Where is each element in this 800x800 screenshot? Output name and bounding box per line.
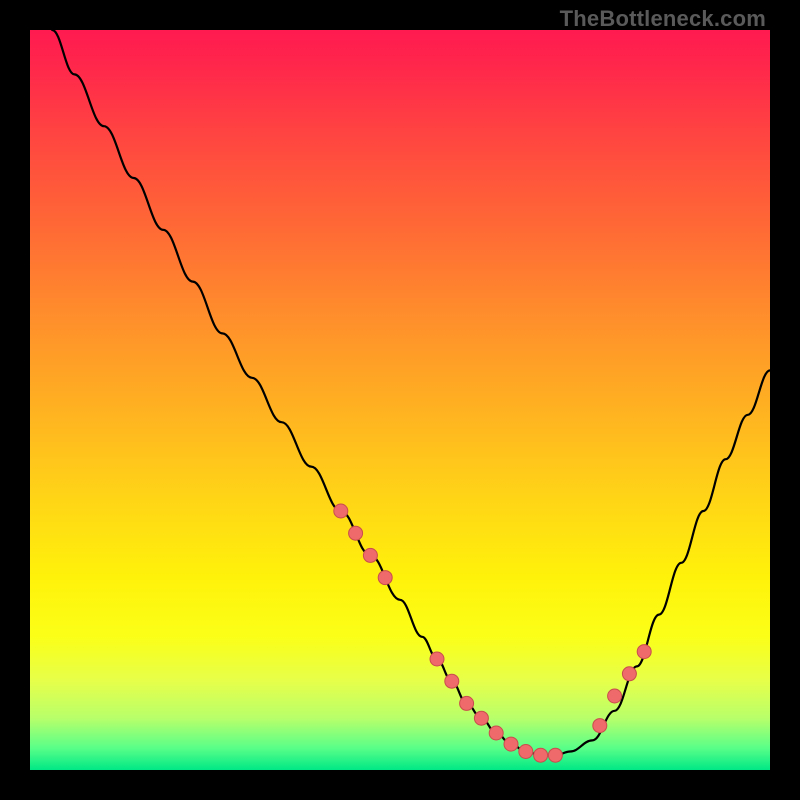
marker-dot bbox=[460, 696, 474, 710]
chart-frame: TheBottleneck.com bbox=[0, 0, 800, 800]
marker-dot bbox=[378, 571, 392, 585]
marker-dot bbox=[430, 652, 444, 666]
watermark-text: TheBottleneck.com bbox=[560, 6, 766, 32]
chart-svg bbox=[30, 30, 770, 770]
marker-dot bbox=[534, 748, 548, 762]
marker-dot bbox=[489, 726, 503, 740]
marker-dot bbox=[349, 526, 363, 540]
marker-dot bbox=[504, 737, 518, 751]
marker-dot bbox=[593, 719, 607, 733]
bottleneck-curve bbox=[52, 30, 770, 755]
marker-dot bbox=[548, 748, 562, 762]
marker-group bbox=[334, 504, 651, 762]
marker-dot bbox=[622, 667, 636, 681]
marker-dot bbox=[637, 645, 651, 659]
marker-dot bbox=[519, 745, 533, 759]
marker-dot bbox=[363, 548, 377, 562]
marker-dot bbox=[608, 689, 622, 703]
marker-dot bbox=[445, 674, 459, 688]
marker-dot bbox=[474, 711, 488, 725]
marker-dot bbox=[334, 504, 348, 518]
